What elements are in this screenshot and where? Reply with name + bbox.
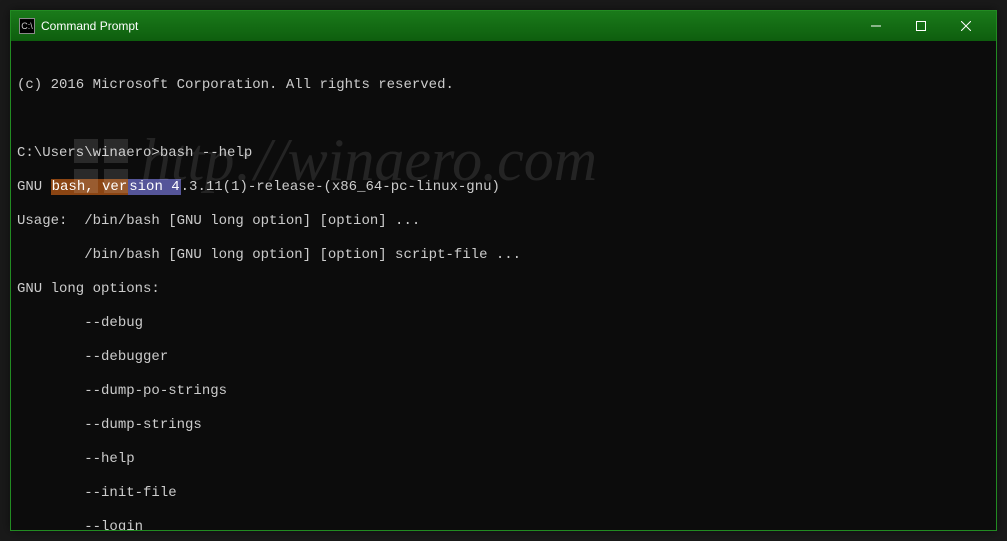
- output-line: --dump-po-strings: [17, 383, 990, 400]
- output-line: /bin/bash [GNU long option] [option] scr…: [17, 247, 990, 264]
- minimize-button[interactable]: [853, 11, 898, 41]
- prompt-text: C:\Users\winaero>: [17, 145, 160, 161]
- close-icon: [961, 21, 971, 31]
- output-line: --dump-strings: [17, 417, 990, 434]
- command-prompt-window: C:\ Command Prompt http://winaero.com (c…: [10, 10, 997, 531]
- output-line: GNU long options:: [17, 281, 990, 298]
- output-line: --login: [17, 519, 990, 530]
- output-line: --debugger: [17, 349, 990, 366]
- close-button[interactable]: [943, 11, 988, 41]
- output-line: --debug: [17, 315, 990, 332]
- titlebar[interactable]: C:\ Command Prompt: [11, 11, 996, 41]
- output-line: [17, 111, 990, 128]
- command-text: bash --help: [160, 145, 252, 161]
- output-line: --help: [17, 451, 990, 468]
- cmd-icon: C:\: [19, 18, 35, 34]
- maximize-icon: [916, 21, 926, 31]
- output-line: (c) 2016 Microsoft Corporation. All righ…: [17, 77, 990, 94]
- selection-highlight: sion 4: [128, 179, 180, 195]
- output-line: GNU bash, version 4.3.11(1)-release-(x86…: [17, 179, 990, 196]
- maximize-button[interactable]: [898, 11, 943, 41]
- selection-highlight: bash, ver: [51, 179, 129, 195]
- output-line: Usage: /bin/bash [GNU long option] [opti…: [17, 213, 990, 230]
- window-title: Command Prompt: [41, 19, 138, 33]
- minimize-icon: [871, 21, 881, 31]
- prompt-line: C:\Users\winaero>bash --help: [17, 145, 990, 162]
- output-line: --init-file: [17, 485, 990, 502]
- terminal-output[interactable]: http://winaero.com (c) 2016 Microsoft Co…: [11, 41, 996, 530]
